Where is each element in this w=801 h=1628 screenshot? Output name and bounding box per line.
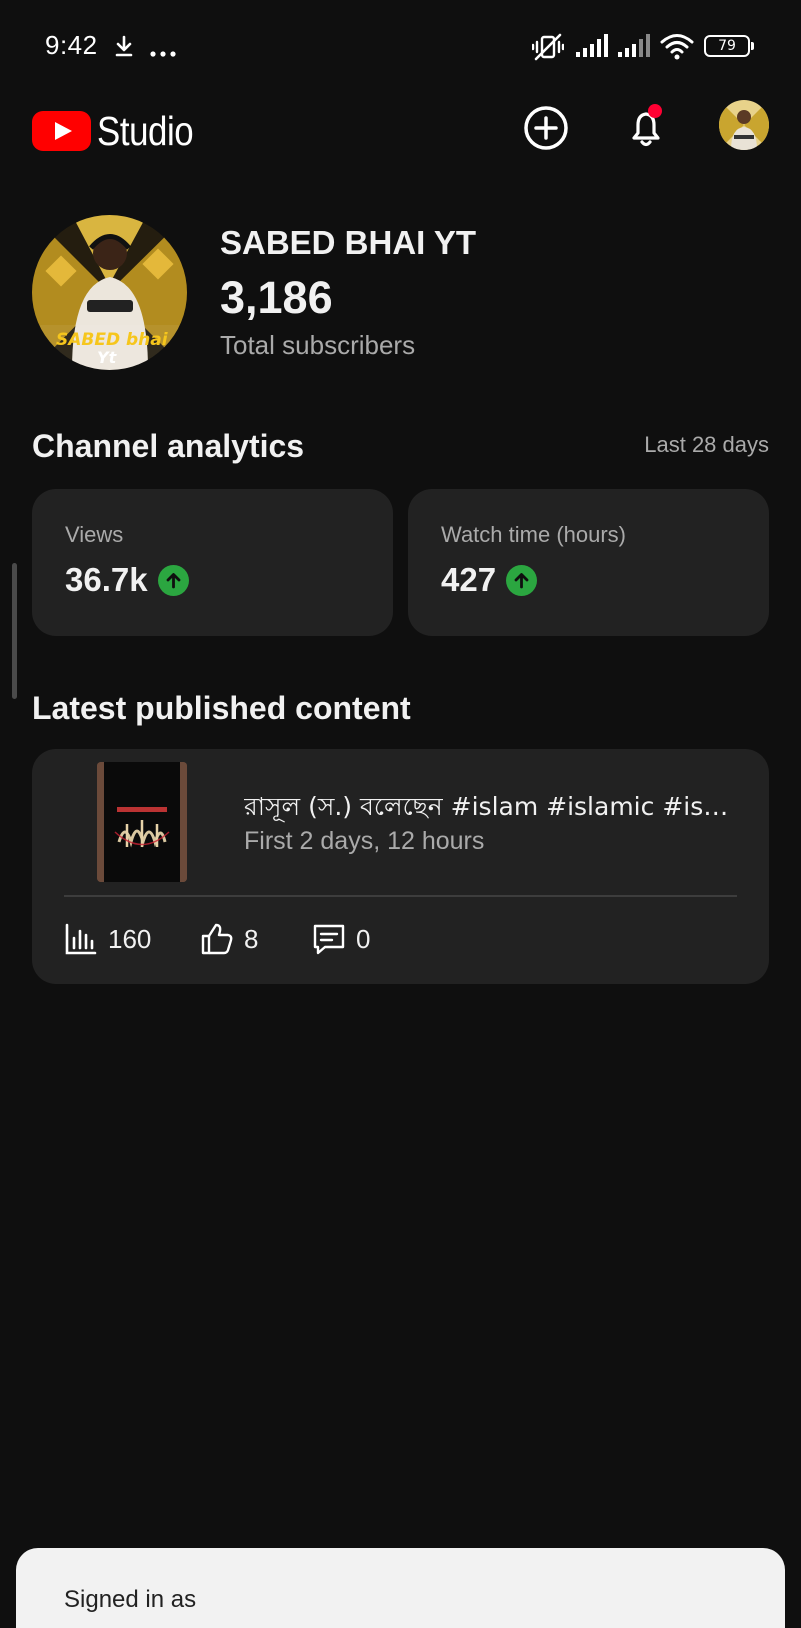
signal-icon	[576, 34, 610, 63]
watch-time-card[interactable]: Watch time (hours) 427	[408, 489, 769, 636]
status-time: 9:42	[45, 30, 98, 60]
battery-icon: 79	[704, 35, 754, 57]
signal-icon	[618, 34, 652, 63]
account-bottom-sheet[interactable]: Signed in as	[16, 1548, 785, 1628]
notification-badge	[648, 104, 662, 118]
comments-count: 0	[356, 923, 371, 954]
download-icon	[114, 34, 134, 63]
channel-avatar[interactable]: SABED bhai Yt	[32, 215, 187, 370]
status-bar: 9:42 79	[0, 0, 801, 94]
views-value: 36.7k	[65, 561, 148, 598]
scroll-indicator[interactable]	[12, 563, 17, 699]
subscriber-label: Total subscribers	[220, 330, 416, 360]
video-subtitle: First 2 days, 12 hours	[244, 827, 485, 855]
youtube-logo	[32, 111, 91, 151]
youtube-studio-logo[interactable]: Studio	[32, 106, 210, 156]
signed-in-label: Signed in as	[64, 1586, 197, 1613]
logo-text: Studio	[97, 107, 194, 154]
wifi-icon	[660, 32, 694, 65]
video-thumbnail[interactable]	[97, 762, 187, 882]
views-value-row: 36.7k	[65, 561, 189, 599]
trend-up-icon	[157, 564, 189, 596]
thumbs-up-icon	[201, 923, 233, 955]
notifications-button[interactable]	[620, 102, 672, 154]
avatar-text-2: Yt	[97, 348, 118, 367]
subscriber-count: 3,186	[220, 272, 333, 323]
notifications-icon	[632, 112, 660, 147]
latest-video-card[interactable]: রাসূল (স.) বলেছেন #islam #islamic #islam…	[32, 749, 769, 984]
watch-time-value: 427	[441, 561, 497, 598]
app-bar: Studio	[0, 94, 801, 184]
likes-count: 8	[244, 923, 259, 954]
analytics-title: Channel analytics	[32, 428, 305, 464]
avatar-text-1: SABED bhai	[56, 330, 169, 350]
latest-content-title: Latest published content	[32, 690, 411, 726]
create-icon	[524, 106, 568, 150]
likes-metric: 8	[200, 921, 258, 957]
create-button[interactable]	[520, 102, 572, 154]
more-dots-icon	[150, 44, 176, 62]
watch-time-label: Watch time (hours)	[441, 522, 627, 547]
divider	[64, 895, 737, 897]
views-card[interactable]: Views 36.7k	[32, 489, 393, 636]
channel-name: SABED BHAI YT	[220, 224, 477, 261]
vibrate-off-icon	[531, 32, 565, 67]
views-metric: 160	[64, 921, 151, 957]
bar-chart-icon	[65, 923, 97, 955]
watch-time-value-row: 427	[441, 561, 538, 599]
video-title[interactable]: রাসূল (স.) বলেছেন #islam #islamic #islam…	[244, 787, 734, 830]
views-label: Views	[65, 522, 124, 547]
analytics-period: Last 28 days	[644, 432, 769, 457]
views-count: 160	[108, 923, 152, 954]
comments-metric: 0	[312, 921, 370, 957]
trend-up-icon	[506, 564, 538, 596]
comment-icon	[313, 924, 345, 955]
account-avatar[interactable]	[719, 100, 769, 150]
